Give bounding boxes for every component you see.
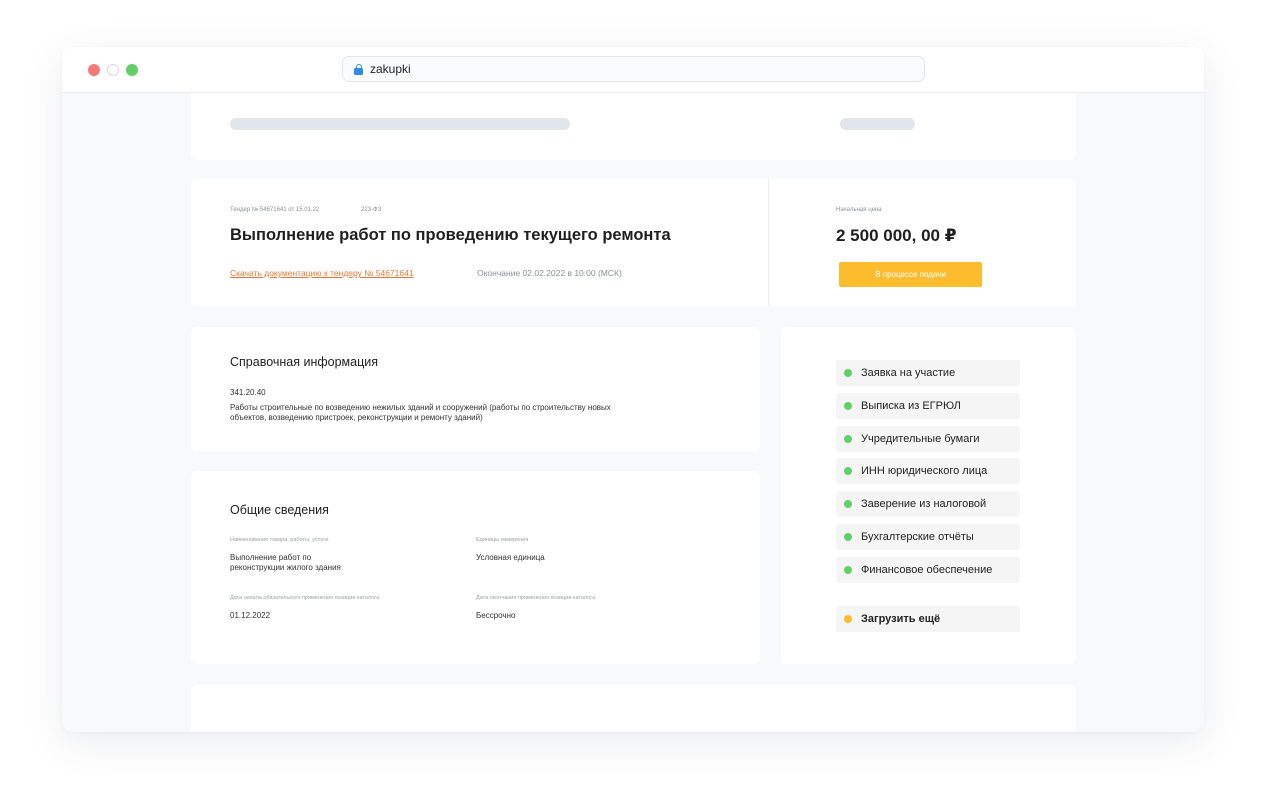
reference-description: Работы строительные по возведению нежилы… xyxy=(230,403,611,422)
tender-title: Выполнение работ по проведению текущего … xyxy=(230,226,671,244)
document-item[interactable]: ИНН юридического лица xyxy=(836,458,1020,485)
document-item-label: Бухгалтерские отчёты xyxy=(861,531,974,543)
document-item-label: Заверение из налоговой xyxy=(861,498,987,511)
deadline-text: Окончание 02.02.2022 в 10:00 (МСК) xyxy=(477,268,622,278)
tender-law: 223-ФЗ xyxy=(361,207,382,213)
reference-code: 341.20.40 xyxy=(230,388,266,397)
price-label: Начальная цена xyxy=(836,207,882,213)
document-item-label: Учредительные бумаги xyxy=(861,432,980,445)
status-button[interactable]: В процессе подачи xyxy=(839,262,982,287)
status-dot-icon xyxy=(844,565,852,574)
status-dot-icon xyxy=(844,434,852,443)
address-bar[interactable]: zakupki xyxy=(342,56,925,82)
tender-number: Тендер № 54671641 от 15.01.22 xyxy=(230,207,320,213)
document-item-label: Финансовое обеспечение xyxy=(861,563,993,576)
field-value-start-date: 01.12.2022 xyxy=(230,611,271,620)
document-item[interactable]: Финансовое обеспечение xyxy=(836,556,1020,583)
document-item[interactable]: Заверение из налоговой xyxy=(836,491,1020,518)
browser-window: zakupki Тендер № 54671641 от 15.01.22 22… xyxy=(62,47,1204,732)
document-item[interactable]: Бухгалтерские отчёты xyxy=(836,524,1020,550)
minimize-window-button[interactable] xyxy=(107,64,119,76)
divider xyxy=(768,179,769,306)
load-more-label: Загрузить ещё xyxy=(861,613,941,625)
tender-card: Тендер № 54671641 от 15.01.22 223-ФЗ Вып… xyxy=(191,179,1076,306)
status-dot-icon xyxy=(844,533,852,541)
status-dot-icon xyxy=(844,500,852,509)
reference-title: Справочная информация xyxy=(230,355,379,369)
reference-card: Справочная информация 341.20.40 Работы с… xyxy=(191,327,760,451)
status-dot-icon xyxy=(844,467,852,476)
load-more-button[interactable]: Загрузить ещё xyxy=(836,606,1020,632)
document-item[interactable]: Учредительные бумаги xyxy=(836,425,1020,452)
field-value-unit: Условная единица xyxy=(476,553,545,562)
lock-icon xyxy=(354,63,363,75)
url-text: zakupki xyxy=(370,62,411,76)
skeleton-bar xyxy=(840,118,915,130)
bottom-card xyxy=(191,685,1076,732)
field-label-name: Наименование товара, работы, услуги xyxy=(230,537,329,543)
maximize-window-button[interactable] xyxy=(126,64,138,76)
browser-titlebar: zakupki xyxy=(62,47,1204,93)
field-value-name: Выполнение работ по реконструкции жилого… xyxy=(230,553,341,572)
field-label-unit: Единицы измерения xyxy=(476,537,529,543)
close-window-button[interactable] xyxy=(88,64,100,76)
document-item[interactable]: Заявка на участие xyxy=(836,360,1020,386)
field-label-start-date: Дата начала обязательного применения поз… xyxy=(230,595,380,601)
documents-card: Заявка на участие Выписка из ЕГРЮЛ Учредит… xyxy=(781,327,1076,664)
document-item[interactable]: Выписка из ЕГРЮЛ xyxy=(836,392,1020,419)
general-card: Общие сведения Наименование товара, рабо… xyxy=(191,471,760,664)
loading-card xyxy=(191,93,1076,160)
status-dot-icon xyxy=(844,401,852,410)
field-value-end-date: Бессрочно xyxy=(476,611,516,620)
document-item-label: Заявка на участие xyxy=(861,367,956,379)
status-dot-icon xyxy=(844,369,852,377)
general-title: Общие сведения xyxy=(230,503,329,517)
starting-price: 2 500 000, 00 ₽ xyxy=(836,226,957,245)
document-item-label: ИНН юридического лица xyxy=(861,465,988,478)
field-label-end-date: Дата окончания применения позиции катало… xyxy=(476,595,596,601)
skeleton-bar xyxy=(230,118,570,130)
pending-dot-icon xyxy=(844,615,852,623)
download-docs-link[interactable]: Скачать документацию к тендеру № 5467164… xyxy=(230,268,414,278)
document-item-label: Выписка из ЕГРЮЛ xyxy=(861,399,961,412)
